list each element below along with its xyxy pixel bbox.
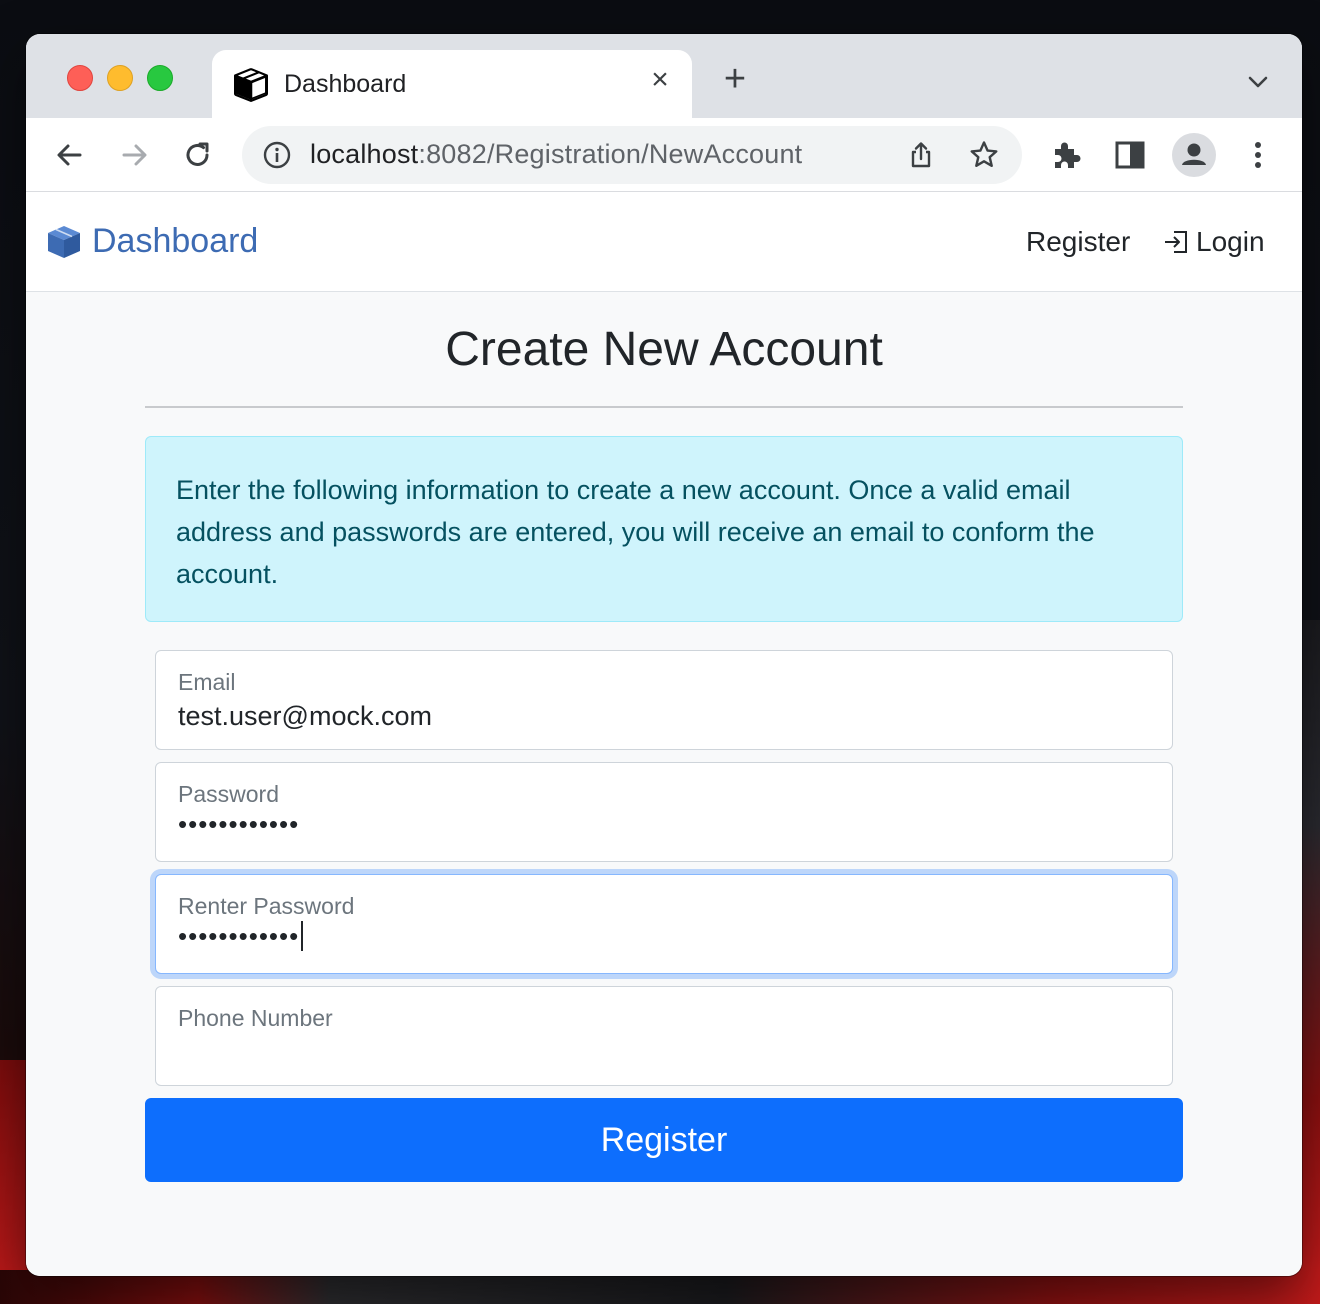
- web-page: Dashboard Register Login Create New Acco…: [26, 192, 1302, 1276]
- minimize-window-button[interactable]: [107, 65, 133, 91]
- nav-register-link[interactable]: Register: [1026, 226, 1130, 258]
- sidepanel-icon[interactable]: [1110, 135, 1150, 175]
- forward-arrow-icon[interactable]: [114, 135, 154, 175]
- register-button[interactable]: Register: [145, 1098, 1183, 1182]
- brand-text: Dashboard: [92, 222, 259, 260]
- phone-number-field[interactable]: Phone Number: [155, 986, 1173, 1086]
- site-navbar: Dashboard Register Login: [26, 192, 1302, 292]
- info-alert: Enter the following information to creat…: [145, 436, 1183, 622]
- profile-icon[interactable]: [1170, 131, 1218, 179]
- star-icon[interactable]: [968, 139, 1000, 171]
- nav-login-label: Login: [1196, 226, 1265, 257]
- renter-password-value: ••••••••••••: [178, 921, 304, 952]
- email-label: Email: [178, 669, 236, 695]
- reload-icon[interactable]: [178, 135, 218, 175]
- puzzle-icon[interactable]: [1046, 135, 1086, 175]
- login-icon: [1165, 231, 1187, 253]
- chevron-down-icon[interactable]: [1244, 72, 1272, 92]
- box-icon: [234, 68, 268, 102]
- renter-password-field[interactable]: Renter Password ••••••••••••: [155, 874, 1173, 974]
- plus-icon[interactable]: +: [719, 60, 751, 98]
- url-path: :8082/Registration/NewAccount: [418, 139, 803, 169]
- url-host: localhost: [310, 139, 419, 169]
- tab-title: Dashboard: [284, 70, 407, 98]
- password-field[interactable]: Password ••••••••••••: [155, 762, 1173, 862]
- divider: [145, 406, 1183, 408]
- phone-number-label: Phone Number: [178, 1005, 333, 1031]
- url-text[interactable]: localhost:8082/Registration/NewAccount: [310, 139, 802, 170]
- close-icon[interactable]: ×: [648, 65, 672, 95]
- back-arrow-icon[interactable]: [50, 135, 90, 175]
- info-icon[interactable]: [262, 140, 292, 170]
- tab-dashboard[interactable]: Dashboard ×: [212, 50, 692, 120]
- text-caret: [301, 921, 304, 951]
- email-value: test.user@mock.com: [178, 701, 432, 731]
- tab-strip: Dashboard × +: [26, 34, 1302, 120]
- email-field[interactable]: Email test.user@mock.com: [155, 650, 1173, 750]
- renter-password-label: Renter Password: [178, 893, 355, 919]
- nav-login-link[interactable]: Login: [1162, 226, 1265, 258]
- password-label: Password: [178, 781, 279, 807]
- renter-password-masked: ••••••••••••: [178, 921, 300, 951]
- address-bar[interactable]: localhost:8082/Registration/NewAccount: [242, 126, 1022, 184]
- share-icon[interactable]: [906, 140, 936, 170]
- browser-window: Dashboard × + localhost:8082/Registratio…: [26, 34, 1302, 1276]
- maximize-window-button[interactable]: [147, 65, 173, 91]
- browser-toolbar: localhost:8082/Registration/NewAccount: [26, 118, 1302, 192]
- close-window-button[interactable]: [67, 65, 93, 91]
- box-icon: [48, 225, 80, 258]
- brand-link[interactable]: Dashboard: [46, 222, 258, 261]
- page-title: Create New Account: [445, 323, 883, 376]
- password-value: ••••••••••••: [178, 809, 300, 839]
- kebab-menu-icon[interactable]: [1238, 135, 1278, 175]
